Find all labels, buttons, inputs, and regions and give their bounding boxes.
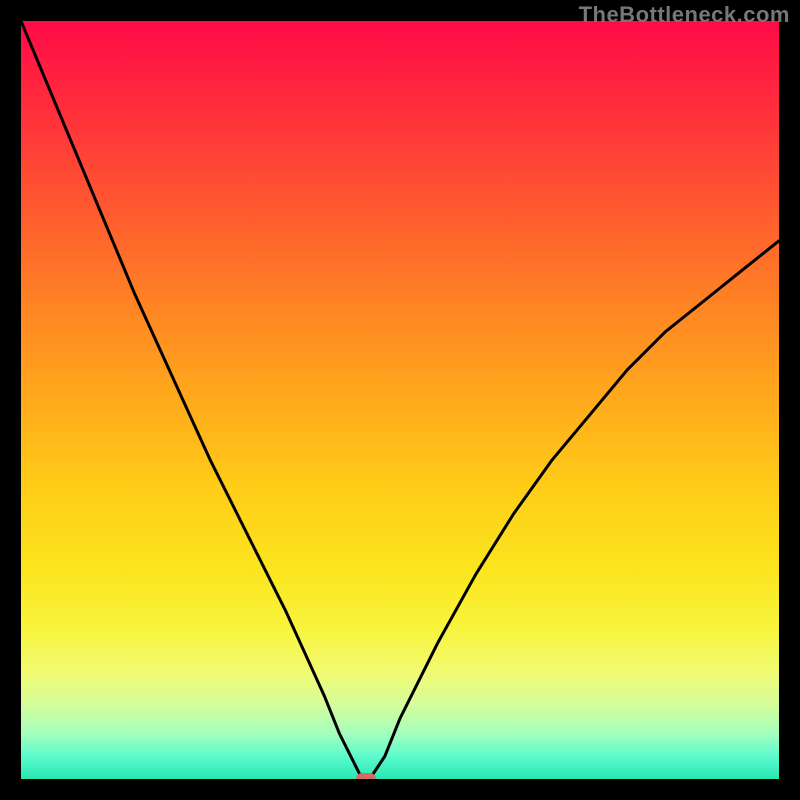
- chart-frame: TheBottleneck.com: [0, 0, 800, 800]
- plot-area: [21, 21, 779, 779]
- watermark-text: TheBottleneck.com: [579, 2, 790, 28]
- optimal-marker: [356, 773, 376, 779]
- bottleneck-curve: [21, 21, 779, 779]
